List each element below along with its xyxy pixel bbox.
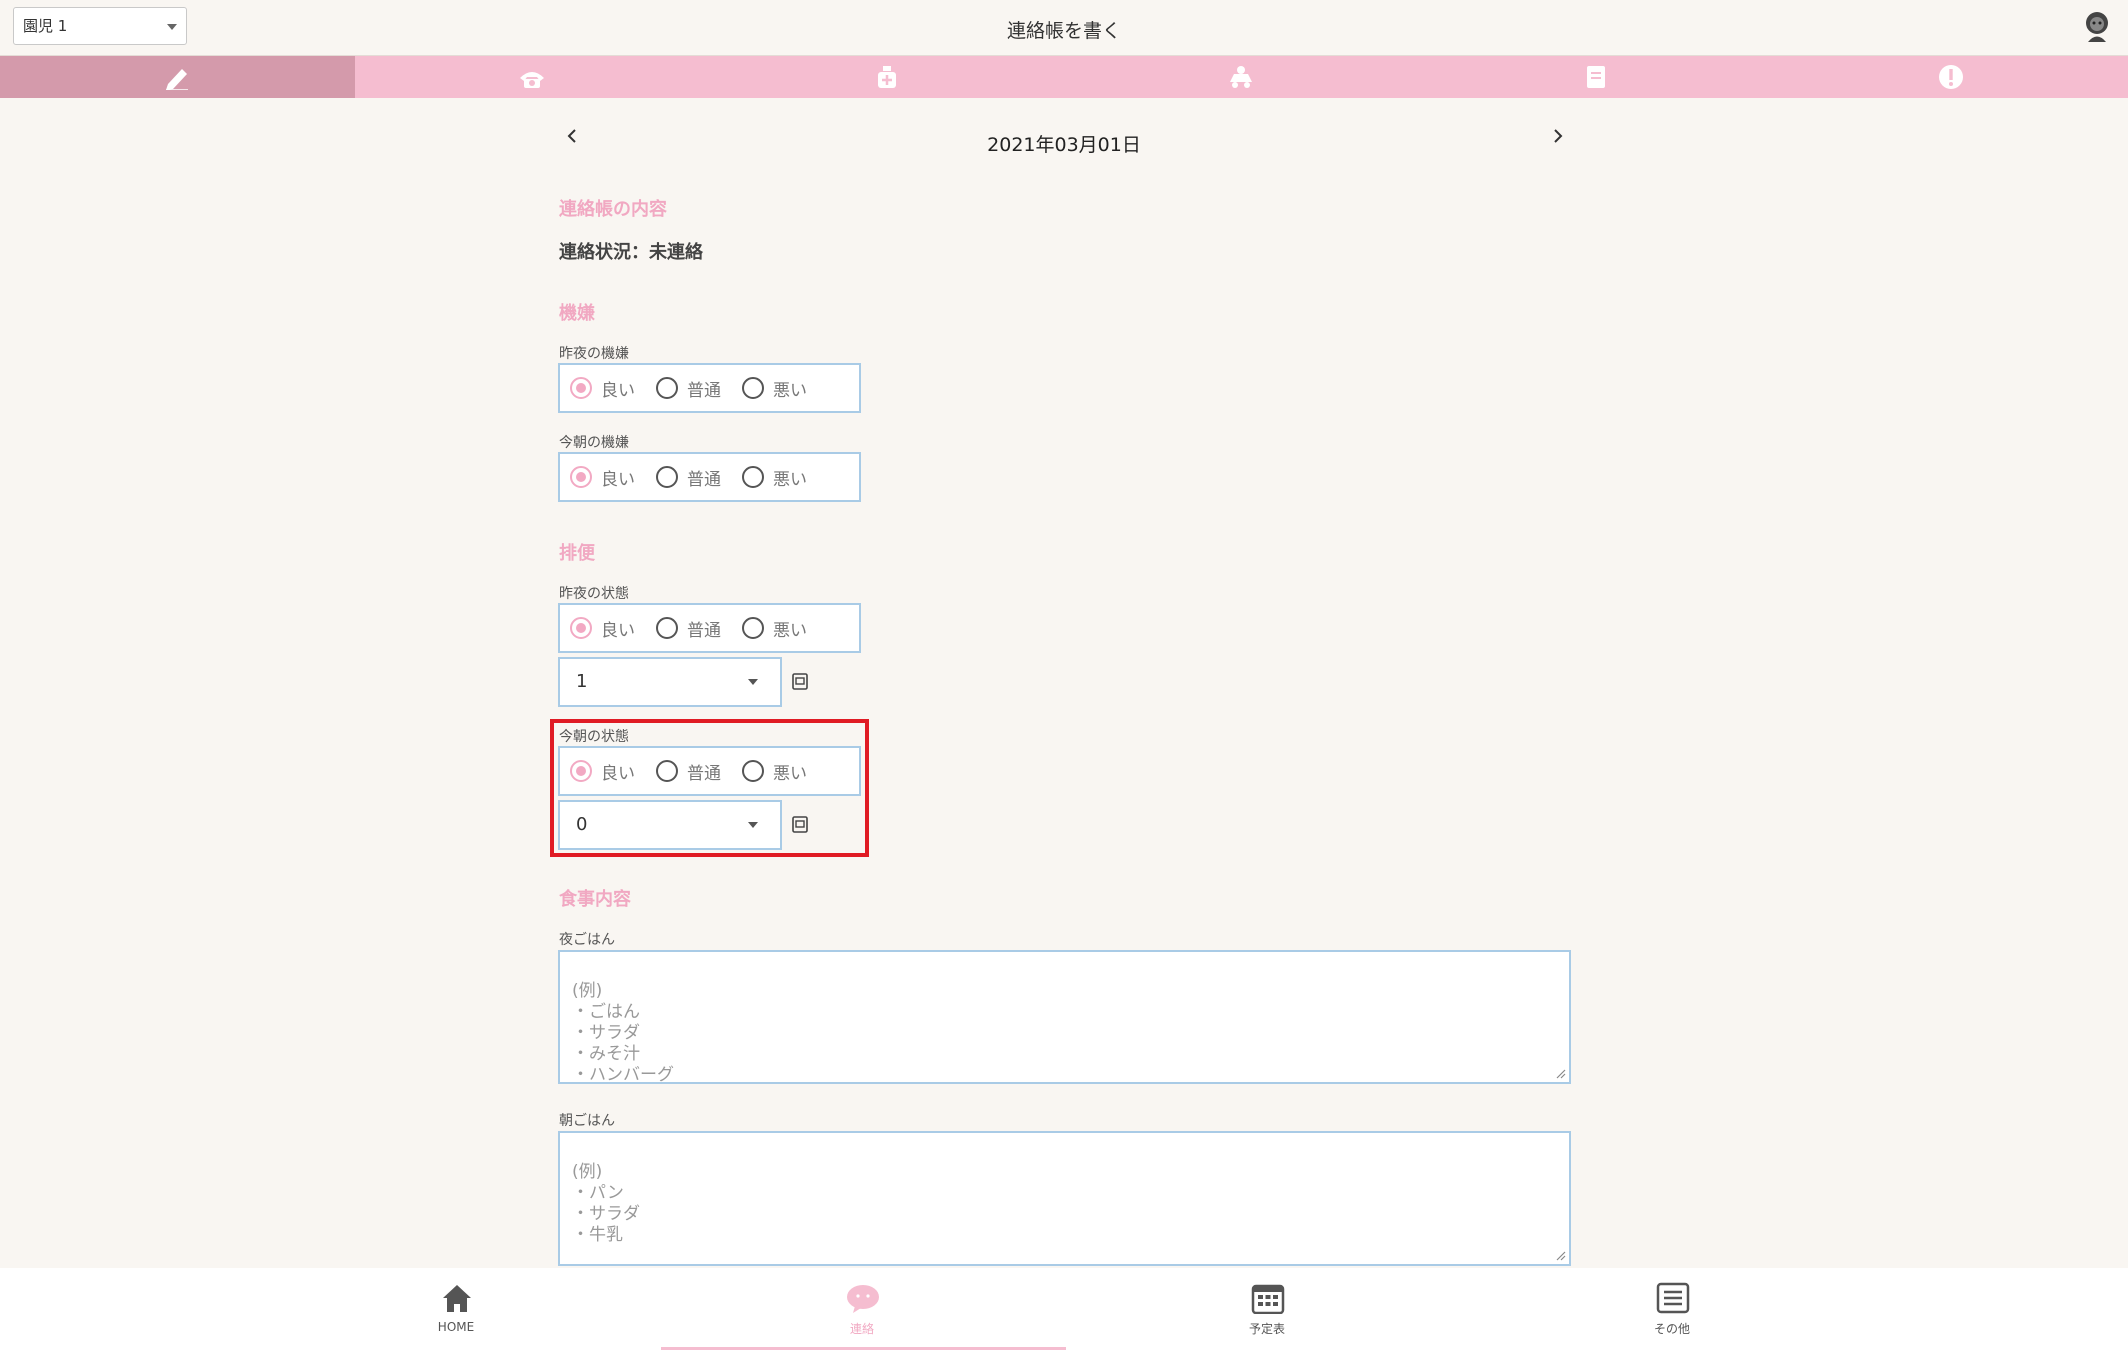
- radio-option[interactable]: 悪い: [742, 376, 807, 401]
- mood-last-night-radio-group: 良い 普通 悪い: [558, 363, 861, 413]
- radio-button[interactable]: [742, 760, 764, 782]
- current-date: 2021年03月01日: [987, 134, 1141, 156]
- chevron-down-icon: [748, 679, 758, 685]
- home-icon: [443, 1285, 471, 1312]
- section-title-meals: 食事内容: [559, 889, 631, 910]
- radio-button-checked[interactable]: [570, 617, 592, 639]
- radio-button[interactable]: [742, 617, 764, 639]
- calendar-icon: [1251, 1284, 1285, 1314]
- radio-option[interactable]: 悪い: [742, 616, 807, 641]
- tab-alert[interactable]: [1773, 56, 2128, 98]
- section-title-mood: 機嫌: [559, 303, 595, 324]
- dinner-placeholder: (例) ・ごはん ・サラダ ・みそ汁 ・ハンバーグ: [572, 981, 674, 1085]
- field-label-bowel-last-night: 昨夜の状態: [559, 586, 629, 602]
- field-label-breakfast: 朝ごはん: [559, 1113, 615, 1129]
- section-title-contact: 連絡帳の内容: [559, 199, 667, 220]
- radio-button[interactable]: [656, 466, 678, 488]
- radio-button[interactable]: [656, 377, 678, 399]
- previous-date-button[interactable]: [563, 125, 581, 147]
- mood-this-morning-radio-group: 良い 普通 悪い: [558, 452, 861, 502]
- dinner-textarea[interactable]: (例) ・ごはん ・サラダ ・みそ汁 ・ハンバーグ: [558, 950, 1571, 1085]
- radio-option[interactable]: 良い: [570, 376, 635, 401]
- bowel-last-night-count-select[interactable]: 1: [558, 657, 782, 707]
- breakfast-placeholder: (例) ・パン ・サラダ ・牛乳: [572, 1162, 640, 1245]
- radio-button[interactable]: [742, 466, 764, 488]
- bottom-nav-other[interactable]: その他: [1572, 1268, 1772, 1351]
- chevron-down-icon: [748, 822, 758, 828]
- medicine-icon: [877, 66, 896, 88]
- bottom-nav-contact[interactable]: 連絡: [762, 1268, 962, 1351]
- radio-option[interactable]: 良い: [570, 759, 635, 784]
- bowel-this-morning-count-select[interactable]: 0: [558, 800, 782, 850]
- count-value: 1: [576, 671, 588, 692]
- resize-grip-icon[interactable]: [1554, 1249, 1566, 1261]
- calculator-icon[interactable]: [792, 673, 808, 690]
- field-label-mood-last-night: 昨夜の機嫌: [559, 346, 629, 362]
- avatar[interactable]: [2083, 11, 2111, 43]
- contact-status: 連絡状況：未連絡: [559, 242, 703, 263]
- notice-board-icon: [1587, 66, 1606, 88]
- resize-grip-icon[interactable]: [1554, 1067, 1566, 1079]
- bowel-this-morning-radio-group: 良い 普通 悪い: [558, 746, 861, 796]
- tab-medicine[interactable]: [709, 56, 1064, 98]
- top-bar: 園児 1 連絡帳を書く: [0, 0, 2128, 56]
- radio-button-checked[interactable]: [570, 377, 592, 399]
- radio-button-checked[interactable]: [570, 466, 592, 488]
- telephone-icon: [520, 72, 544, 88]
- radio-option[interactable]: 普通: [656, 376, 721, 401]
- field-label-dinner: 夜ごはん: [559, 932, 615, 948]
- pickup-icon: [1230, 66, 1253, 88]
- tab-absence[interactable]: [355, 56, 710, 98]
- tab-contact-book[interactable]: [0, 56, 355, 98]
- feature-tab-bar: [0, 56, 2128, 98]
- bottom-navigation: HOME 連絡 予定表 その他: [0, 1268, 2128, 1351]
- radio-option[interactable]: 良い: [570, 465, 635, 490]
- chat-icon: [847, 1285, 879, 1313]
- count-value: 0: [576, 814, 588, 835]
- field-label-bowel-this-morning: 今朝の状態: [559, 729, 629, 745]
- radio-button[interactable]: [656, 617, 678, 639]
- calculator-icon[interactable]: [792, 816, 808, 833]
- tab-bulletin[interactable]: [1419, 56, 1774, 98]
- tab-pickup[interactable]: [1064, 56, 1419, 98]
- bottom-nav-schedule[interactable]: 予定表: [1167, 1268, 1367, 1351]
- field-label-mood-this-morning: 今朝の機嫌: [559, 435, 629, 451]
- next-date-button[interactable]: [1549, 125, 1567, 147]
- radio-option[interactable]: 普通: [656, 465, 721, 490]
- breakfast-textarea[interactable]: (例) ・パン ・サラダ ・牛乳: [558, 1131, 1571, 1266]
- pencil-icon: [166, 69, 189, 90]
- radio-option[interactable]: 悪い: [742, 465, 807, 490]
- active-tab-indicator: [661, 1347, 1066, 1350]
- page-title: 連絡帳を書く: [1006, 20, 1121, 42]
- radio-button[interactable]: [742, 377, 764, 399]
- bowel-last-night-radio-group: 良い 普通 悪い: [558, 603, 861, 653]
- bottom-nav-home[interactable]: HOME: [356, 1268, 556, 1351]
- radio-option[interactable]: 普通: [656, 759, 721, 784]
- radio-button[interactable]: [656, 760, 678, 782]
- radio-option[interactable]: 悪い: [742, 759, 807, 784]
- radio-button-checked[interactable]: [570, 760, 592, 782]
- alert-icon: [1938, 65, 1963, 89]
- radio-option[interactable]: 普通: [656, 616, 721, 641]
- radio-option[interactable]: 良い: [570, 616, 635, 641]
- menu-icon: [1656, 1282, 1690, 1314]
- section-title-bowel: 排便: [559, 543, 595, 564]
